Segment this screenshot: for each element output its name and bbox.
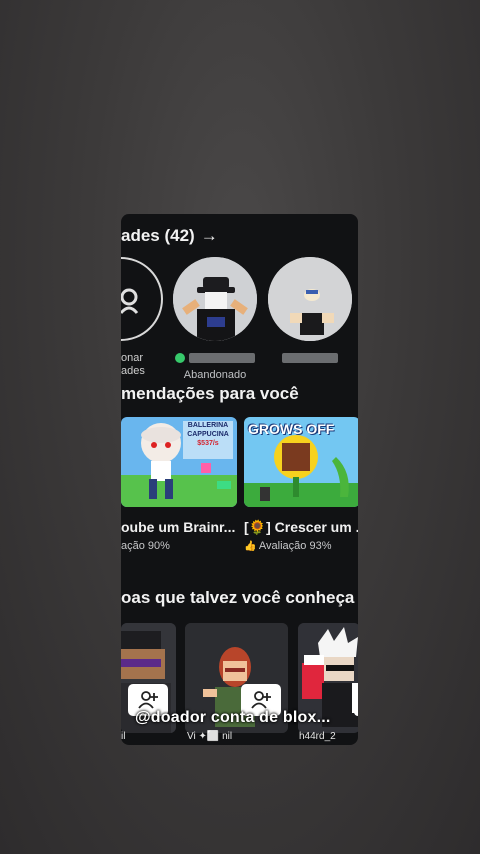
avatar-image xyxy=(268,257,352,341)
online-status-dot xyxy=(175,353,185,363)
friend-name-redacted xyxy=(189,353,255,363)
friend-avatar[interactable] xyxy=(173,257,257,341)
recommendations-title: mendações para você xyxy=(121,384,299,403)
add-friends-button[interactable] xyxy=(121,257,164,341)
add-friend-icon xyxy=(121,288,139,314)
friends-title: ades (42) xyxy=(121,226,195,245)
people-title: oas que talvez você conheça xyxy=(121,588,355,607)
game-thumbnail[interactable]: BALLERINA CAPPUCINA $537/s xyxy=(121,417,237,507)
add-friend-icon xyxy=(251,691,271,709)
add-friend-icon xyxy=(138,691,158,709)
person-name: il xyxy=(121,731,126,742)
person-name: h44rd_2 xyxy=(299,731,336,742)
add-friend-circle xyxy=(121,257,163,341)
friend-status: Abandonado xyxy=(183,369,247,381)
arrow-right-icon: → xyxy=(200,226,218,245)
person-name: Vi ✦⬜ nil xyxy=(187,731,233,742)
game-rating-row: 👍 Avaliação 93% xyxy=(244,540,331,552)
thumbnail-text: BALLERINA CAPPUCINA $537/s xyxy=(187,422,229,447)
friend-avatar[interactable] xyxy=(268,257,352,341)
thumbnail-text: GROWS OFF xyxy=(248,421,335,437)
game-rating: ação 90% xyxy=(121,540,170,552)
friend-name-redacted xyxy=(282,353,338,363)
home-panel: ades (42) → onar ades Abandonado mendaçõ… xyxy=(121,214,358,745)
game-thumbnail[interactable]: GROWS OFF xyxy=(244,417,358,507)
game-title[interactable]: oube um Brainr... xyxy=(121,519,235,535)
friends-header[interactable]: ades (42) → xyxy=(121,226,218,246)
add-friends-label: onar ades xyxy=(121,352,145,377)
video-overlay-caption: @doador conta de blox... xyxy=(135,709,331,726)
friend-card[interactable]: Abandonado xyxy=(172,257,258,381)
game-title[interactable]: [🌻] Crescer um ... xyxy=(244,519,358,536)
game-rating: Avaliação 93% xyxy=(258,540,332,552)
friend-card[interactable] xyxy=(267,257,353,363)
thumbs-up-icon: 👍 xyxy=(244,541,257,552)
add-friend-button[interactable] xyxy=(354,684,358,716)
avatar-image xyxy=(173,257,257,341)
